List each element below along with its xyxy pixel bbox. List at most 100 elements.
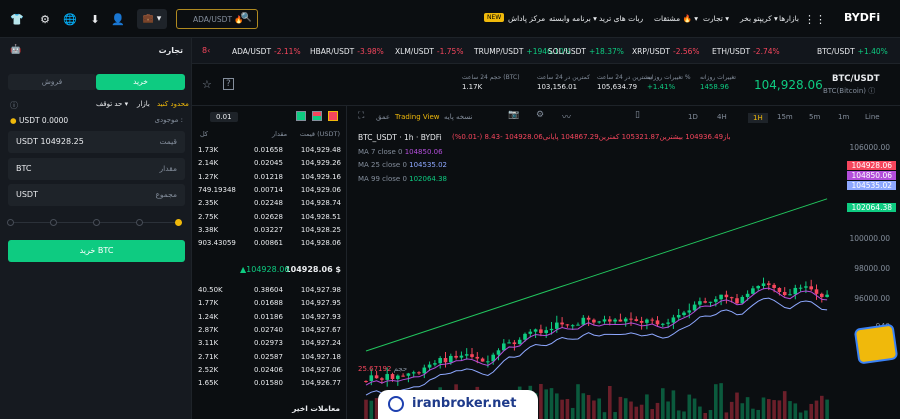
promo-gift-icon[interactable] xyxy=(853,323,899,365)
book-row-ask[interactable]: 2.14K 0.02045 104,929.26 xyxy=(192,157,347,170)
book-row-ask[interactable]: 1.27K 0.01218 104,929.16 xyxy=(192,171,347,184)
ticker-item[interactable]: BTC/USDT +1.40% xyxy=(817,47,888,56)
volume-bar xyxy=(761,397,766,419)
slider-step[interactable] xyxy=(93,219,100,226)
globe-icon[interactable]: 🌐 xyxy=(63,12,77,26)
search-icon: 🔍 xyxy=(240,13,252,23)
volume-bar xyxy=(560,399,564,419)
timeframe-1d[interactable]: 1D xyxy=(688,113,698,121)
recent-trades-title[interactable]: معاملات اخیر xyxy=(292,404,340,413)
info-icon[interactable]: ⓘ xyxy=(10,100,18,111)
screenshot-icon[interactable]: 📷 xyxy=(508,110,519,120)
book-row-bid[interactable]: 3.11K 0.02973 104,927.24 xyxy=(192,337,347,350)
volume-bar xyxy=(618,396,623,419)
buy-btc-button[interactable]: خرید BTC xyxy=(8,240,185,262)
volume-bar xyxy=(825,399,829,419)
candlestick-chart[interactable] xyxy=(348,126,900,419)
timeframe-line[interactable]: Line xyxy=(865,113,880,121)
slider-step[interactable] xyxy=(175,219,182,226)
chart-type-icon[interactable]: ▯ xyxy=(635,110,640,120)
timeframe-1m[interactable]: 1m xyxy=(838,113,849,121)
last-change: ▲104928.06 xyxy=(240,265,290,274)
nav-buy-crypto[interactable]: کریپتو بخر ▾ xyxy=(740,14,778,23)
expand-icon[interactable]: ⛶ xyxy=(358,111,364,121)
ticker-item[interactable]: ADA/USDT -2.11% xyxy=(232,47,301,56)
timeframe-1h[interactable]: 1H xyxy=(748,113,768,123)
tab-buy[interactable]: خرید xyxy=(96,74,185,90)
timeframe-4h[interactable]: 4H xyxy=(717,113,727,121)
order-type-stop[interactable]: حد توقف ▾ xyxy=(96,100,128,108)
total-field[interactable]: USDT مجموع xyxy=(8,184,185,206)
nav-markets[interactable]: بازارها xyxy=(779,14,799,23)
volume-bar xyxy=(692,398,697,419)
book-row-bid[interactable]: 1.65K 0.01580 104,926.77 xyxy=(192,377,347,390)
book-row-bid[interactable]: 2.87K 0.02740 104,927.67 xyxy=(192,324,347,337)
trade-title: تجارت xyxy=(158,46,183,55)
chart-tradingview[interactable]: Trading View xyxy=(395,113,440,121)
slider-step[interactable] xyxy=(50,219,57,226)
star-icon[interactable]: ☆ xyxy=(202,78,212,91)
ticker-item[interactable]: ETH/USDT -2.74% xyxy=(712,47,780,56)
wallet-button[interactable]: 💼 ▾ xyxy=(137,9,167,29)
book-row-bid[interactable]: 2.52K 0.02406 104,927.06 xyxy=(192,364,347,377)
robot-icon[interactable]: 🤖 xyxy=(10,44,22,56)
ticker-item[interactable]: SOL/USDT +18.37% xyxy=(548,47,624,56)
book-view-asks-icon[interactable] xyxy=(328,111,338,121)
ticker-item[interactable]: XRP/USDT -2.56% xyxy=(632,47,700,56)
amount-unit: BTC xyxy=(16,164,32,173)
book-row-ask[interactable]: 1.73K 0.01658 104,929.48 xyxy=(192,144,347,157)
nav-affiliate[interactable]: برنامه وابسته ▾ xyxy=(549,14,597,23)
grid-menu-icon[interactable]: ⋮⋮ xyxy=(804,12,826,26)
user-icon[interactable]: 👤 xyxy=(111,12,125,26)
row-total: 903.43059 xyxy=(198,239,236,248)
ticker-item[interactable]: HBAR/USDT -3.98% xyxy=(310,47,384,56)
book-row-bid[interactable]: 40.50K 0.38604 104,927.98 xyxy=(192,284,347,297)
candle-body xyxy=(676,314,681,318)
precision-select[interactable]: 0.01 xyxy=(210,112,238,122)
nav-rewards[interactable]: مرکز پاداش xyxy=(508,14,545,23)
ticker-arrow-icon[interactable]: 8‹ xyxy=(202,46,210,55)
book-view-both-icon[interactable] xyxy=(312,111,322,121)
chart-simple[interactable]: نسخه پایه xyxy=(444,113,472,121)
book-row-ask[interactable]: 2.75K 0.02628 104,928.51 xyxy=(192,211,347,224)
timeframe-5m[interactable]: 5m xyxy=(809,113,820,121)
tab-sell[interactable]: فروش xyxy=(8,74,96,90)
shirt-icon[interactable]: 👕 xyxy=(10,12,24,26)
slider-step[interactable] xyxy=(7,219,14,226)
ticker-item[interactable]: XLM/USDT -1.75% xyxy=(395,47,463,56)
download-icon[interactable]: ⬇ xyxy=(88,12,102,26)
book-view-bids-icon[interactable] xyxy=(296,111,306,121)
brand-logo[interactable]: BYDFi xyxy=(844,11,880,24)
order-type-market[interactable]: بازار xyxy=(137,100,150,108)
pair-symbol[interactable]: BTC/USDT xyxy=(832,74,880,84)
search-input[interactable]: ADA/USDT 🔥 🔍 xyxy=(176,9,258,29)
price-field[interactable]: USDT 104928.25 قیمت xyxy=(8,131,185,153)
gear-icon[interactable]: ⚙ xyxy=(38,12,52,26)
price-label: قیمت xyxy=(159,137,177,146)
settings-icon[interactable]: ⚙ xyxy=(536,110,544,120)
nav-trade[interactable]: تجارت ▾ xyxy=(703,14,729,23)
nav-bots[interactable]: ربات های ترید xyxy=(599,14,643,23)
price-tag: 104928.06 xyxy=(847,161,896,170)
nav-derivatives[interactable]: مشتقات 🔥 ▾ xyxy=(654,14,698,23)
order-type-limit[interactable]: محدود کنید xyxy=(157,100,189,108)
book-row-bid[interactable]: 1.77K 0.01688 104,927.95 xyxy=(192,297,347,310)
candle-body xyxy=(459,355,464,358)
volume-bar xyxy=(549,388,554,419)
book-row-ask[interactable]: 903.43059 0.00861 104,928.06 xyxy=(192,237,347,250)
book-row-bid[interactable]: 2.71K 0.02587 104,927.18 xyxy=(192,351,347,364)
chart-depth[interactable]: عمق xyxy=(376,113,390,121)
help-icon[interactable]: ? xyxy=(223,78,234,90)
book-row-ask[interactable]: 3.38K 0.03227 104,928.25 xyxy=(192,224,347,237)
book-row-bid[interactable]: 1.24K 0.01186 104,927.93 xyxy=(192,311,347,324)
indicator-icon[interactable]: 〰 xyxy=(562,110,571,123)
amount-field[interactable]: BTC مقدار xyxy=(8,158,185,180)
watermark-banner: iranbroker.net xyxy=(378,390,538,419)
timeframe-15m[interactable]: 15m xyxy=(777,113,793,121)
header-price: قیمت (USDT) xyxy=(299,130,340,138)
book-row-ask[interactable]: 2.35K 0.02248 104,928.74 xyxy=(192,197,347,210)
book-row-ask[interactable]: 749.19348 0.00714 104,929.06 xyxy=(192,184,347,197)
ticker-change: -3.98% xyxy=(357,47,384,56)
slider-step[interactable] xyxy=(136,219,143,226)
pair-stat: تغییرات روزانه 1458.96 xyxy=(700,74,760,91)
